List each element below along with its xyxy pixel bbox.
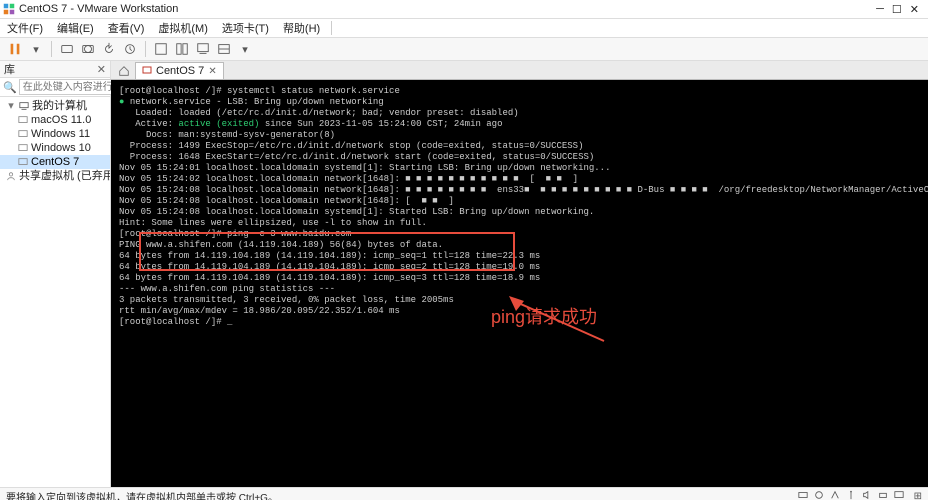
- toolbar-dropdown2-icon[interactable]: ▾: [236, 40, 254, 58]
- tree-item-label: Windows 11: [31, 127, 90, 141]
- tree-item-centos7[interactable]: CentOS 7: [0, 155, 110, 169]
- fullscreen-button[interactable]: [152, 40, 170, 58]
- tree-my-computer[interactable]: ▾ 我的计算机: [0, 99, 110, 113]
- tree-item-win10[interactable]: Windows 10: [0, 141, 110, 155]
- terminal-line: Active: active (exited) since Sun 2023-1…: [119, 119, 928, 130]
- vm-icon: [18, 157, 28, 167]
- status-device-hdd-icon[interactable]: [798, 490, 808, 500]
- terminal-line: Process: 1648 ExecStart=/etc/rc.d/init.d…: [119, 152, 928, 163]
- terminal-line: Hint: Some lines were ellipsized, use -l…: [119, 218, 928, 229]
- terminal-line: Docs: man:systemd-sysv-generator(8): [119, 130, 928, 141]
- menu-help[interactable]: 帮助(H): [276, 19, 327, 37]
- search-icon: 🔍: [3, 81, 17, 94]
- unity-button[interactable]: [173, 40, 191, 58]
- status-device-usb-icon[interactable]: [846, 490, 856, 500]
- pause-button[interactable]: [6, 40, 24, 58]
- tab-label: CentOS 7: [156, 65, 204, 77]
- guest-terminal[interactable]: [root@localhost /]# systemctl status net…: [111, 80, 928, 487]
- menu-tabs[interactable]: 选项卡(T): [215, 19, 276, 37]
- shared-icon: [6, 171, 16, 181]
- stretch-button[interactable]: [215, 40, 233, 58]
- status-device-sound-icon[interactable]: [862, 490, 872, 500]
- window-titlebar: CentOS 7 - VMware Workstation ─ ☐ ✕: [0, 0, 928, 19]
- tab-bar: CentOS 7 ✕: [111, 61, 928, 80]
- menu-view[interactable]: 查看(V): [101, 19, 152, 37]
- status-device-net-icon[interactable]: [830, 490, 840, 500]
- terminal-line: Process: 1499 ExecStop=/etc/rc.d/init.d/…: [119, 141, 928, 152]
- menu-edit[interactable]: 编辑(E): [50, 19, 101, 37]
- minimize-button[interactable]: ─: [876, 3, 884, 16]
- menu-vm[interactable]: 虚拟机(M): [151, 19, 215, 37]
- terminal-line: 3 packets transmitted, 3 received, 0% pa…: [119, 295, 928, 306]
- library-close-icon[interactable]: ✕: [97, 63, 106, 76]
- terminal-line: [root@localhost /]# _: [119, 317, 928, 328]
- toolbar: ▾ ▾: [0, 38, 928, 61]
- library-tree: ▾ 我的计算机 macOS 11.0 Windows 11 Windows 10: [0, 97, 110, 487]
- terminal-line: Nov 05 15:24:08 localhost.localdomain ne…: [119, 196, 928, 207]
- revert-snapshot-button[interactable]: [100, 40, 118, 58]
- status-hint: 要将输入定向到该虚拟机，请在虚拟机内部单击或按 Ctrl+G。: [6, 489, 278, 500]
- tree-item-label: macOS 11.0: [31, 113, 91, 127]
- terminal-line: 64 bytes from 14.119.104.189 (14.119.104…: [119, 251, 928, 262]
- manage-snapshot-button[interactable]: [121, 40, 139, 58]
- menu-bar: 文件(F) 编辑(E) 查看(V) 虚拟机(M) 选项卡(T) 帮助(H): [0, 19, 928, 38]
- maximize-button[interactable]: ☐: [892, 3, 902, 16]
- tree-shared-label: 共享虚拟机 (已弃用): [19, 169, 110, 183]
- tree-item-macos[interactable]: macOS 11.0: [0, 113, 110, 127]
- status-device-display-icon[interactable]: [894, 490, 904, 500]
- status-bar: 要将输入定向到该虚拟机，请在虚拟机内部单击或按 Ctrl+G。 ⊞: [0, 487, 928, 500]
- close-button[interactable]: ✕: [910, 3, 919, 16]
- status-device-cd-icon[interactable]: [814, 490, 824, 500]
- terminal-line: rtt min/avg/max/mdev = 18.986/20.095/22.…: [119, 306, 928, 317]
- menu-file[interactable]: 文件(F): [0, 19, 50, 37]
- terminal-line: Nov 05 15:24:08 localhost.localdomain ne…: [119, 185, 928, 196]
- computer-icon: [19, 101, 29, 111]
- terminal-line: Nov 05 15:24:08 localhost.localdomain sy…: [119, 207, 928, 218]
- tree-item-label: Windows 10: [31, 141, 91, 155]
- terminal-line: PING www.a.shifen.com (14.119.104.189) 5…: [119, 240, 928, 251]
- vm-icon: [18, 129, 28, 139]
- terminal-line: 64 bytes from 14.119.104.189 (14.119.104…: [119, 262, 928, 273]
- console-view-button[interactable]: [194, 40, 212, 58]
- snapshot-button[interactable]: [79, 40, 97, 58]
- window-title: CentOS 7 - VMware Workstation: [19, 3, 178, 15]
- main-area: CentOS 7 ✕ [root@localhost /]# systemctl…: [111, 61, 928, 487]
- terminal-line: Nov 05 15:24:01 localhost.localdomain sy…: [119, 163, 928, 174]
- terminal-line: --- www.a.shifen.com ping statistics ---: [119, 284, 928, 295]
- tab-centos7[interactable]: CentOS 7 ✕: [135, 62, 224, 79]
- app-logo-icon: [3, 3, 15, 15]
- home-tab-button[interactable]: [115, 63, 133, 79]
- vm-icon: [18, 115, 28, 125]
- tab-close-icon[interactable]: ✕: [208, 66, 216, 77]
- tree-my-computer-label: 我的计算机: [32, 99, 87, 113]
- vm-tab-icon: [142, 66, 152, 76]
- vm-icon: [18, 143, 28, 153]
- tree-item-label: CentOS 7: [31, 155, 79, 169]
- status-device-printer-icon[interactable]: [878, 490, 888, 500]
- terminal-line: Nov 05 15:24:02 localhost.localdomain ne…: [119, 174, 928, 185]
- library-header-label: 库: [4, 61, 15, 77]
- toolbar-dropdown-icon[interactable]: ▾: [27, 40, 45, 58]
- tree-item-win11[interactable]: Windows 11: [0, 127, 110, 141]
- status-hint-icon[interactable]: ⊞: [914, 491, 922, 500]
- collapse-icon: ▾: [6, 101, 16, 111]
- terminal-line: [root@localhost /]# systemctl status net…: [119, 86, 928, 97]
- terminal-line: [root@localhost /]# ping -c 3 www.baidu.…: [119, 229, 928, 240]
- terminal-line: Loaded: loaded (/etc/rc.d/init.d/network…: [119, 108, 928, 119]
- tree-shared-vms[interactable]: 共享虚拟机 (已弃用): [0, 169, 110, 183]
- send-ctrl-alt-del-button[interactable]: [58, 40, 76, 58]
- terminal-line: ● network.service - LSB: Bring up/down n…: [119, 97, 928, 108]
- terminal-line: 64 bytes from 14.119.104.189 (14.119.104…: [119, 273, 928, 284]
- library-sidebar: 库 ✕ 🔍 ▾ ▾ 我的计算机 macOS 11.0 Windows 11: [0, 61, 111, 487]
